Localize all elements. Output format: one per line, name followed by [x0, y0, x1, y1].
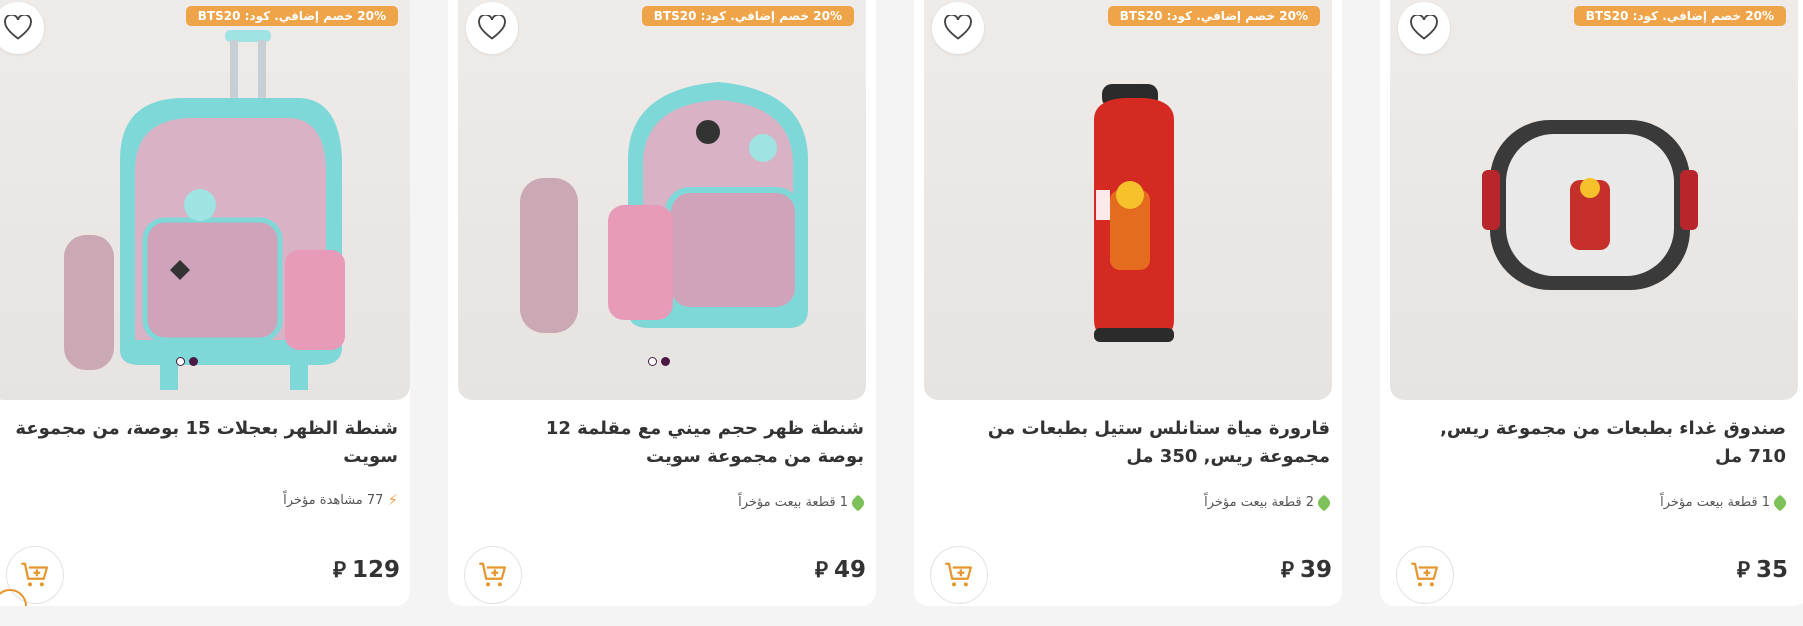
recent-views-text: 77 مشاهدة مؤخراً [283, 492, 384, 508]
carousel-dot-active[interactable] [189, 357, 198, 366]
carousel-dot[interactable] [648, 357, 657, 366]
cart-plus-icon [1411, 562, 1438, 587]
currency-icon: ⃁ [1280, 558, 1294, 583]
carousel-dots[interactable] [176, 357, 198, 366]
recent-views: ⚡ 77 مشاهدة مؤخراً [283, 491, 398, 509]
product-price: 39 ⃁ [1281, 556, 1332, 584]
product-card[interactable]: 20% خصم إضافي. كود: BTS20 صندوق غداء بطب… [1380, 0, 1803, 606]
product-title[interactable]: شنطة الظهر بعجلات 15 بوصة، من مجموعة سوي… [2, 415, 398, 471]
heart-icon [944, 15, 972, 40]
product-title[interactable]: شنطة ظهر حجم ميني مع مقلمة 12 بوصة من مج… [508, 415, 864, 471]
water-bottle-image [1094, 84, 1174, 342]
carousel-dot-active[interactable] [661, 357, 670, 366]
tag-icon [1771, 494, 1789, 511]
heart-icon [4, 15, 32, 40]
currency-icon: ⃁ [1736, 558, 1750, 583]
product-card[interactable]: 20% خصم إضافي. كود: BTS20 شنطة ظهر حجم م… [448, 0, 876, 606]
product-title[interactable]: صندوق غداء بطبعات من مجموعة ريس, 710 مل [1400, 415, 1786, 471]
add-to-cart-button[interactable] [930, 546, 988, 604]
heart-icon [1410, 15, 1438, 40]
currency-icon: ⃁ [332, 558, 346, 583]
promo-badge: 20% خصم إضافي. كود: BTS20 [1107, 6, 1320, 26]
product-price: 129 ⃁ [333, 556, 400, 584]
price-value: 129 [351, 557, 400, 583]
favorite-button[interactable] [0, 2, 44, 54]
heart-icon [478, 15, 506, 40]
favorite-button[interactable] [1398, 2, 1450, 54]
mini-backpack-image [520, 82, 808, 333]
product-card[interactable]: 20% خصم إضافي. كود: BTS20 شنطة الظهر بعج… [0, 0, 410, 606]
product-image[interactable]: 20% خصم إضافي. كود: BTS20 [458, 0, 866, 400]
product-image[interactable]: 20% خصم إضافي. كود: BTS20 [924, 0, 1332, 400]
product-title[interactable]: قارورة مياة ستانلس ستيل بطبعات من مجموعة… [934, 415, 1330, 471]
favorite-button[interactable] [932, 2, 984, 54]
cart-plus-icon [21, 562, 48, 587]
promo-badge: 20% خصم إضافي. كود: BTS20 [641, 6, 854, 26]
recent-sales: 1 قطعة بيعت مؤخراً [738, 494, 867, 511]
recent-sales: 2 قطعة بيعت مؤخراً [1204, 494, 1333, 511]
cart-plus-icon [479, 562, 506, 587]
product-price: 49 ⃁ [815, 556, 866, 584]
promo-badge: 20% خصم إضافي. كود: BTS20 [1573, 6, 1786, 26]
product-image[interactable]: 20% خصم إضافي. كود: BTS20 [0, 0, 410, 400]
cart-plus-icon [945, 562, 972, 587]
price-value: 39 [1299, 557, 1332, 583]
recent-sales-text: 1 قطعة بيعت مؤخراً [1660, 495, 1770, 510]
tag-icon [849, 494, 867, 511]
price-value: 35 [1755, 557, 1788, 583]
recent-sales-text: 1 قطعة بيعت مؤخراً [738, 495, 848, 510]
product-card[interactable]: 20% خصم إضافي. كود: BTS20 قارورة مياة ست… [914, 0, 1342, 606]
lunch-box-image [1482, 120, 1698, 290]
currency-icon: ⃁ [814, 558, 828, 583]
carousel-dots[interactable] [648, 357, 670, 366]
lightning-icon: ⚡ [387, 491, 398, 509]
recent-sales: 1 قطعة بيعت مؤخراً [1660, 494, 1789, 511]
trolley-backpack-image [64, 30, 345, 390]
product-price: 35 ⃁ [1737, 556, 1788, 584]
carousel-dot[interactable] [176, 357, 185, 366]
price-value: 49 [833, 557, 866, 583]
favorite-button[interactable] [466, 2, 518, 54]
product-image[interactable]: 20% خصم إضافي. كود: BTS20 [1390, 0, 1798, 400]
tag-icon [1315, 494, 1333, 511]
promo-badge: 20% خصم إضافي. كود: BTS20 [185, 6, 398, 26]
loading-spinner-icon [0, 589, 27, 607]
recent-sales-text: 2 قطعة بيعت مؤخراً [1204, 495, 1314, 510]
add-to-cart-button[interactable] [464, 546, 522, 604]
add-to-cart-button[interactable] [1396, 546, 1454, 604]
